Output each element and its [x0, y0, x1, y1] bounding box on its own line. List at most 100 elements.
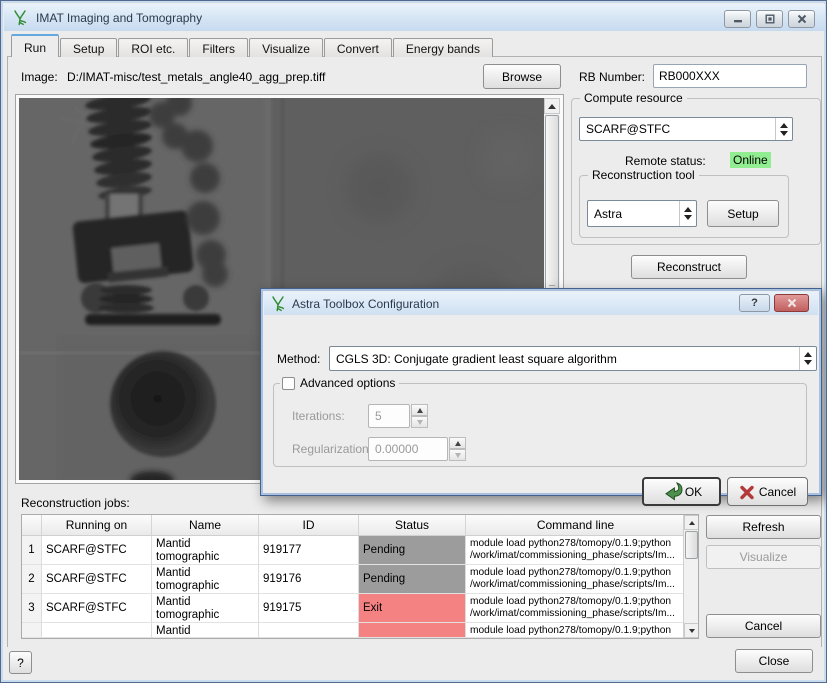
close-window-button[interactable]: [788, 10, 815, 28]
method-label: Method:: [277, 352, 320, 366]
maximize-button[interactable]: [756, 10, 783, 28]
row-number: [22, 623, 42, 638]
remote-status-badge: Online: [730, 152, 771, 168]
reconstruction-tool-value: Astra: [588, 207, 679, 221]
cell-running-on: [42, 623, 152, 638]
scroll-up-icon: [548, 104, 556, 109]
dialog-help-label: ?: [751, 297, 758, 309]
main-window: IMAT Imaging and Tomography Run Setup RO…: [0, 0, 827, 683]
combo-spinner-icon: [679, 201, 696, 226]
cell-running-on: SCARF@STFC: [42, 565, 152, 594]
tab-convert[interactable]: Convert: [324, 38, 392, 57]
regularization-spinbox[interactable]: 0.00000: [368, 437, 466, 461]
dialog-close-button[interactable]: [774, 294, 809, 312]
ok-label: OK: [685, 485, 702, 499]
tab-setup[interactable]: Setup: [60, 38, 117, 57]
rb-number-label: RB Number:: [579, 70, 645, 84]
refresh-button[interactable]: Refresh: [706, 515, 821, 539]
browse-button[interactable]: Browse: [483, 64, 561, 89]
table-row-partial[interactable]: Mantid module load python278/tomopy/0.1.…: [22, 623, 685, 638]
method-value: CGLS 3D: Conjugate gradient least square…: [330, 352, 799, 366]
header-rownum: [22, 515, 42, 535]
table-row[interactable]: 3 SCARF@STFC Mantidtomographic reco... 9…: [22, 594, 685, 623]
row-number: 1: [22, 536, 42, 565]
table-scrollbar-thumb[interactable]: [685, 531, 698, 559]
visualize-label: Visualize: [740, 550, 788, 564]
dialog-help-button[interactable]: ?: [739, 294, 770, 312]
cell-name: Mantidtomographic reco...: [152, 536, 259, 565]
minimize-button[interactable]: [724, 10, 751, 28]
cell-running-on: SCARF@STFC: [42, 594, 152, 623]
cancel-job-label: Cancel: [745, 619, 782, 633]
image-scroll-up-button[interactable]: [544, 98, 560, 114]
header-status: Status: [359, 515, 466, 535]
close-icon: [797, 14, 807, 24]
reconstruct-label: Reconstruct: [657, 260, 721, 274]
cell-status: Pending: [359, 565, 466, 594]
image-label: Image:: [21, 70, 58, 84]
cell-running-on: SCARF@STFC: [42, 536, 152, 565]
compute-resource-title: Compute resource: [580, 91, 687, 105]
scroll-up-icon: [689, 521, 695, 525]
maximize-icon: [765, 14, 775, 24]
jobs-table-scrollbar[interactable]: [683, 515, 698, 638]
table-scroll-down-button[interactable]: [684, 623, 699, 638]
table-scroll-up-button[interactable]: [684, 515, 699, 530]
close-icon: [787, 298, 797, 308]
tab-run[interactable]: Run: [11, 34, 59, 57]
method-select[interactable]: CGLS 3D: Conjugate gradient least square…: [329, 346, 817, 371]
rb-number-input[interactable]: [653, 64, 807, 88]
cancel-job-button[interactable]: Cancel: [706, 614, 821, 638]
spin-arrows-icon[interactable]: [449, 437, 466, 461]
jobs-table-header: Running on Name ID Status Command line: [22, 515, 685, 536]
tab-energy-bands-label: Energy bands: [406, 42, 480, 56]
compute-resource-select[interactable]: SCARF@STFC: [579, 117, 793, 141]
cell-id: [259, 623, 359, 638]
table-row[interactable]: 1 SCARF@STFC Mantidtomographic reco... 9…: [22, 536, 685, 565]
header-id: ID: [259, 515, 359, 535]
row-number: 2: [22, 565, 42, 594]
iterations-spinbox[interactable]: 5: [368, 404, 428, 428]
regularization-label: Regularization:: [292, 442, 372, 456]
tab-setup-label: Setup: [73, 42, 104, 56]
jobs-label: Reconstruction jobs:: [21, 496, 130, 510]
ok-button[interactable]: OK: [642, 477, 721, 506]
visualize-button[interactable]: Visualize: [706, 545, 821, 569]
reconstruct-button[interactable]: Reconstruct: [631, 255, 747, 279]
tab-visualize[interactable]: Visualize: [249, 38, 323, 57]
combo-spinner-icon: [775, 118, 792, 140]
help-button[interactable]: ?: [9, 651, 32, 674]
advanced-options-checkbox[interactable]: [282, 377, 295, 390]
table-row[interactable]: 2 SCARF@STFC Mantidtomographic reco... 9…: [22, 565, 685, 594]
close-button[interactable]: Close: [735, 649, 813, 673]
iterations-label: Iterations:: [292, 409, 345, 423]
main-titlebar: IMAT Imaging and Tomography: [4, 4, 825, 31]
dialog-titlebar: Astra Toolbox Configuration: [264, 292, 818, 315]
scroll-down-icon: [689, 629, 695, 633]
tab-filters-label: Filters: [202, 42, 235, 56]
cell-command-line: module load python278/tomopy/0.1.9;pytho…: [466, 623, 685, 638]
cell-id: 919175: [259, 594, 359, 623]
combo-spinner-icon: [799, 347, 816, 370]
reconstruction-tool-select[interactable]: Astra: [587, 200, 697, 227]
tab-energy-bands[interactable]: Energy bands: [393, 38, 493, 57]
dialog-cancel-label: Cancel: [759, 485, 796, 499]
spin-arrows-icon[interactable]: [411, 404, 428, 428]
setup-button[interactable]: Setup: [707, 200, 779, 227]
advanced-options-label: Advanced options: [280, 376, 399, 390]
jobs-table: Running on Name ID Status Command line 1…: [21, 514, 699, 639]
help-label: ?: [17, 656, 24, 670]
cell-command-line: module load python278/tomopy/0.1.9;pytho…: [466, 565, 685, 594]
tab-convert-label: Convert: [337, 42, 379, 56]
cell-status: [359, 623, 466, 638]
header-running-on: Running on: [42, 515, 152, 535]
window-title: IMAT Imaging and Tomography: [36, 11, 202, 25]
dialog-title: Astra Toolbox Configuration: [292, 297, 439, 311]
tab-filters[interactable]: Filters: [189, 38, 248, 57]
regularization-value: 0.00000: [368, 437, 448, 461]
dialog-cancel-button[interactable]: Cancel: [727, 477, 808, 506]
cell-status: Exit: [359, 594, 466, 623]
mantid-logo-icon: [270, 296, 286, 312]
tab-roi[interactable]: ROI etc.: [118, 38, 188, 57]
cell-name: Mantidtomographic reco...: [152, 594, 259, 623]
